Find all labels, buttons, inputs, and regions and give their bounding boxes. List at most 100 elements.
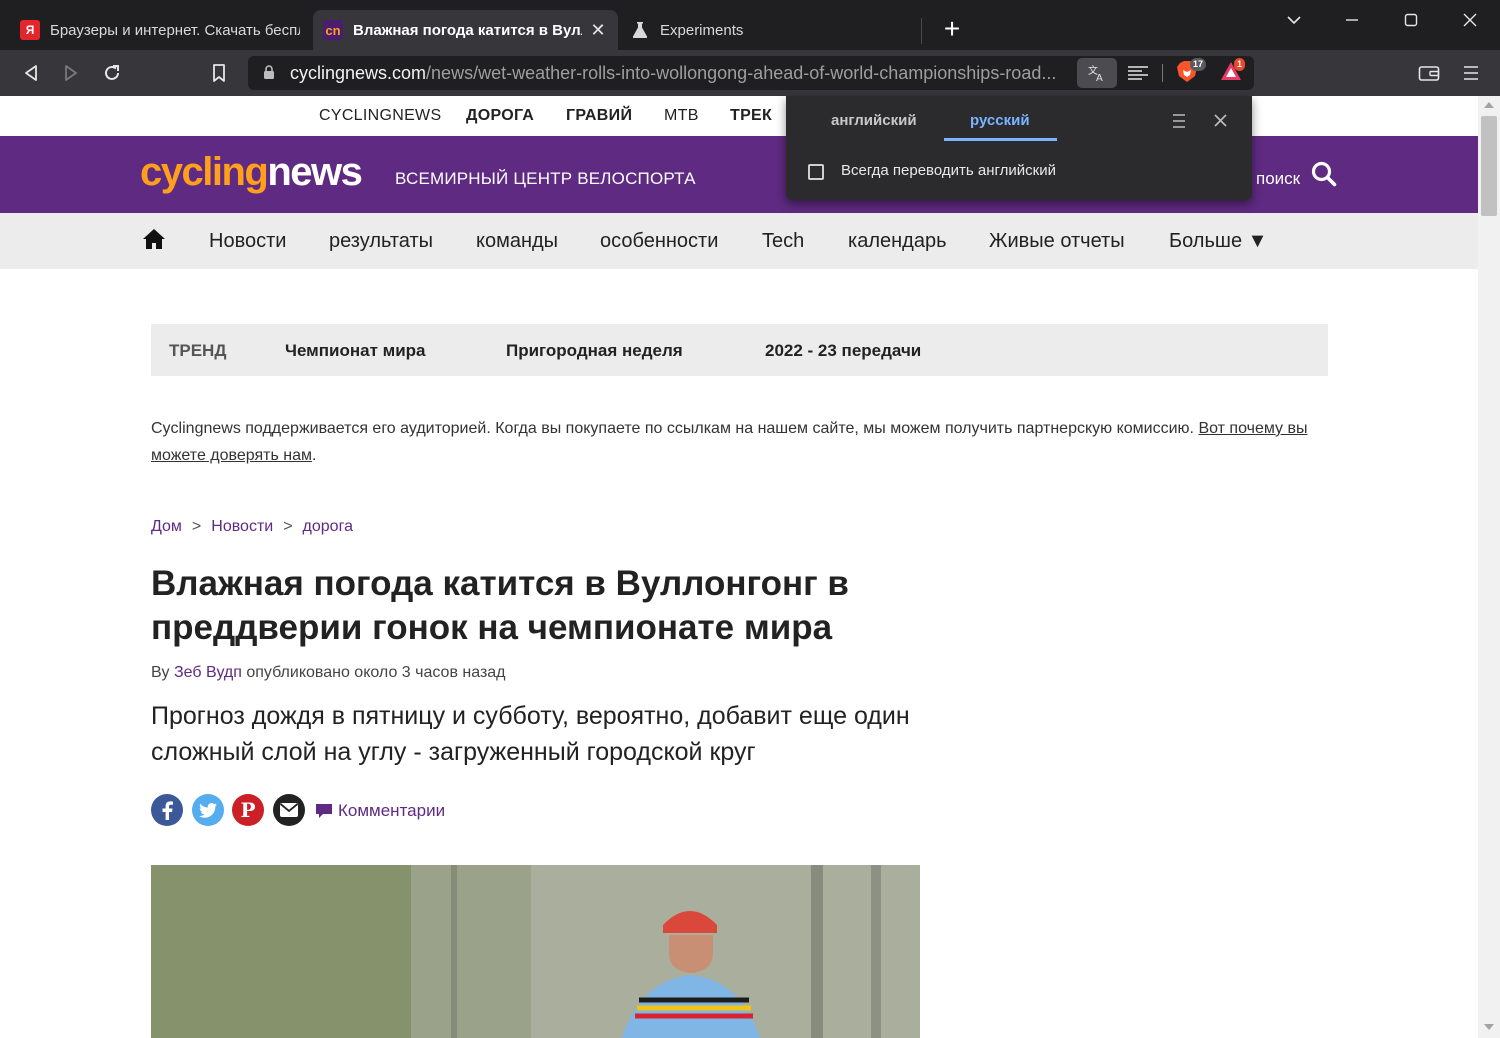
breadcrumb-news[interactable]: Новости [211, 518, 273, 535]
logo-part-cycling: cycling [140, 150, 269, 194]
facebook-share-icon[interactable] [151, 794, 183, 826]
search-label[interactable]: поиск [1256, 169, 1300, 189]
tab-title: Влажная погода катится в Вулло [353, 21, 582, 39]
topnav-track[interactable]: ТРЕК [730, 107, 772, 125]
yandex-favicon-icon: Я [20, 20, 40, 40]
svg-text:A: A [1096, 73, 1103, 83]
web-page: CYCLINGNEWS ДОРОГА ГРАВИЙ МТВ ТРЕК cycli… [0, 96, 1478, 1038]
article-headline: Влажная погода катится в Вуллонгонг в пр… [151, 564, 849, 647]
topnav-gravel[interactable]: ГРАВИЙ [566, 107, 632, 125]
nav-more[interactable]: Больше ▼ [1169, 230, 1267, 253]
lock-icon[interactable] [263, 65, 275, 85]
nav-live-reports[interactable]: Живые отчеты [989, 230, 1125, 253]
trending-item[interactable]: 2022 - 23 передачи [765, 341, 921, 361]
nav-teams[interactable]: команды [476, 230, 558, 253]
bookmark-icon[interactable] [204, 58, 234, 88]
article-standfirst: Прогноз дождя в пятницу и субботу, вероя… [151, 702, 910, 766]
tab-title: Experiments [660, 21, 744, 39]
tab-list-chevron-icon[interactable] [1274, 6, 1314, 34]
disclaimer-end: . [311, 447, 317, 464]
breadcrumb-road[interactable]: дорога [303, 518, 353, 535]
nav-calendar[interactable]: календарь [848, 230, 947, 253]
nav-features[interactable]: особенности [600, 230, 718, 253]
close-tab-icon[interactable]: ✕ [588, 20, 608, 41]
comments-link[interactable]: Комментарии [314, 801, 445, 821]
trending-item[interactable]: Пригородная неделя [506, 341, 683, 361]
browser-titlebar: Я Браузеры и интернет. Скачать беспл cn … [0, 0, 1500, 50]
article-byline: Ву Зеб Вудп опубликовано около 3 часов н… [151, 664, 506, 682]
tab-source-language[interactable]: английский [831, 112, 917, 129]
url-host: cyclingnews.com [290, 63, 427, 83]
nav-tech[interactable]: Tech [762, 230, 804, 253]
comments-label: Комментарии [338, 801, 446, 820]
site-tagline: ВСЕМИРНЫЙ ЦЕНТР ВЕЛОСПОРТА [395, 169, 696, 188]
tab-cyclingnews[interactable]: cn Влажная погода катится в Вулло ✕ [313, 10, 618, 50]
address-bar[interactable]: cyclingnews.com/news/wet-weather-rolls-i… [248, 56, 1254, 90]
trending-bar: ТРЕНД Чемпионат мира Пригородная неделя … [151, 324, 1328, 376]
cyclingnews-logo[interactable]: cyclingnews [140, 150, 363, 195]
brave-rewards-button[interactable]: 1 [1220, 58, 1246, 86]
topnav-road[interactable]: ДОРОГА [466, 107, 534, 125]
affiliate-disclaimer: Cyclingnews поддерживается его аудиторие… [151, 415, 1331, 469]
nav-results[interactable]: результаты [329, 230, 433, 253]
tab-browsers[interactable]: Я Браузеры и интернет. Скачать беспл [10, 10, 310, 50]
tab-experiments[interactable]: Experiments [620, 10, 920, 50]
site-top-nav: CYCLINGNEWS ДОРОГА ГРАВИЙ МТВ ТРЕК [0, 96, 1478, 136]
url-path: /news/wet-weather-rolls-into-wollongong-… [426, 63, 1057, 83]
scroll-thumb[interactable] [1481, 116, 1497, 216]
close-window-button[interactable] [1450, 6, 1490, 34]
pinterest-share-icon[interactable]: P [232, 794, 264, 826]
page-scrollbar[interactable] [1478, 96, 1500, 1038]
browser-toolbar: cyclingnews.com/news/wet-weather-rolls-i… [0, 50, 1500, 96]
article-hero-image [151, 865, 920, 1038]
trending-item[interactable]: Чемпионат мира [285, 341, 426, 361]
search-icon[interactable] [1311, 161, 1337, 192]
cyclingnews-favicon-icon: cn [323, 20, 343, 40]
site-header: cyclingnews ВСЕМИРНЫЙ ЦЕНТР ВЕЛОСПОРТА п… [0, 136, 1478, 213]
brave-shields-button[interactable]: 17 [1176, 58, 1207, 86]
urlbar-divider [1162, 64, 1163, 82]
main-nav: Новости результаты команды особенности T… [0, 213, 1478, 269]
byline-prefix: Ву [151, 664, 170, 681]
logo-part-news: news [267, 150, 363, 194]
translate-icon: 文A [1088, 64, 1103, 83]
twitter-share-icon[interactable] [192, 794, 224, 826]
breadcrumb-separator: > [191, 518, 202, 535]
scroll-down-arrow-icon[interactable] [1484, 1024, 1494, 1030]
nav-news[interactable]: Новости [209, 230, 286, 253]
reload-button[interactable] [97, 58, 127, 88]
close-popup-icon[interactable] [1214, 114, 1227, 132]
topnav-mtb[interactable]: МТВ [664, 107, 699, 125]
reader-mode-button[interactable] [1124, 59, 1152, 87]
menu-icon[interactable] [1456, 58, 1486, 88]
speech-bubble-icon [316, 804, 332, 818]
flask-icon [630, 20, 650, 40]
always-translate-checkbox[interactable] [808, 164, 824, 180]
breadcrumb-home[interactable]: Дом [151, 518, 182, 535]
always-translate-label[interactable]: Всегда переводить английский [841, 162, 1056, 179]
forward-button[interactable] [56, 58, 86, 88]
back-button[interactable] [16, 58, 46, 88]
trending-label: ТРЕНД [169, 341, 227, 360]
new-tab-button[interactable]: + [938, 14, 966, 46]
shields-count-badge: 17 [1190, 58, 1207, 71]
url-text[interactable]: cyclingnews.com/news/wet-weather-rolls-i… [290, 63, 1070, 84]
disclaimer-text: Cyclingnews поддерживается его аудиторие… [151, 420, 1199, 437]
active-tab-indicator [944, 138, 1057, 141]
topnav-cyclingnews[interactable]: CYCLINGNEWS [319, 107, 441, 125]
breadcrumb: Дом > Новости > дорога [151, 518, 353, 536]
translate-button[interactable]: 文A [1077, 58, 1117, 88]
email-share-icon[interactable] [273, 794, 305, 826]
home-icon[interactable] [142, 228, 166, 255]
translate-options-icon[interactable] [1172, 113, 1186, 134]
rewards-count-badge: 1 [1234, 58, 1246, 71]
maximize-button[interactable] [1391, 6, 1431, 34]
scroll-up-arrow-icon[interactable] [1484, 102, 1494, 108]
wallet-icon[interactable] [1414, 58, 1444, 88]
published-time: опубликовано около 3 часов назад [246, 664, 506, 681]
tab-divider [921, 18, 922, 44]
tab-target-language[interactable]: русский [970, 112, 1030, 129]
author-link[interactable]: Зеб Вудп [174, 664, 242, 681]
minimize-button[interactable] [1332, 6, 1372, 34]
tab-title: Браузеры и интернет. Скачать беспл [50, 21, 300, 39]
